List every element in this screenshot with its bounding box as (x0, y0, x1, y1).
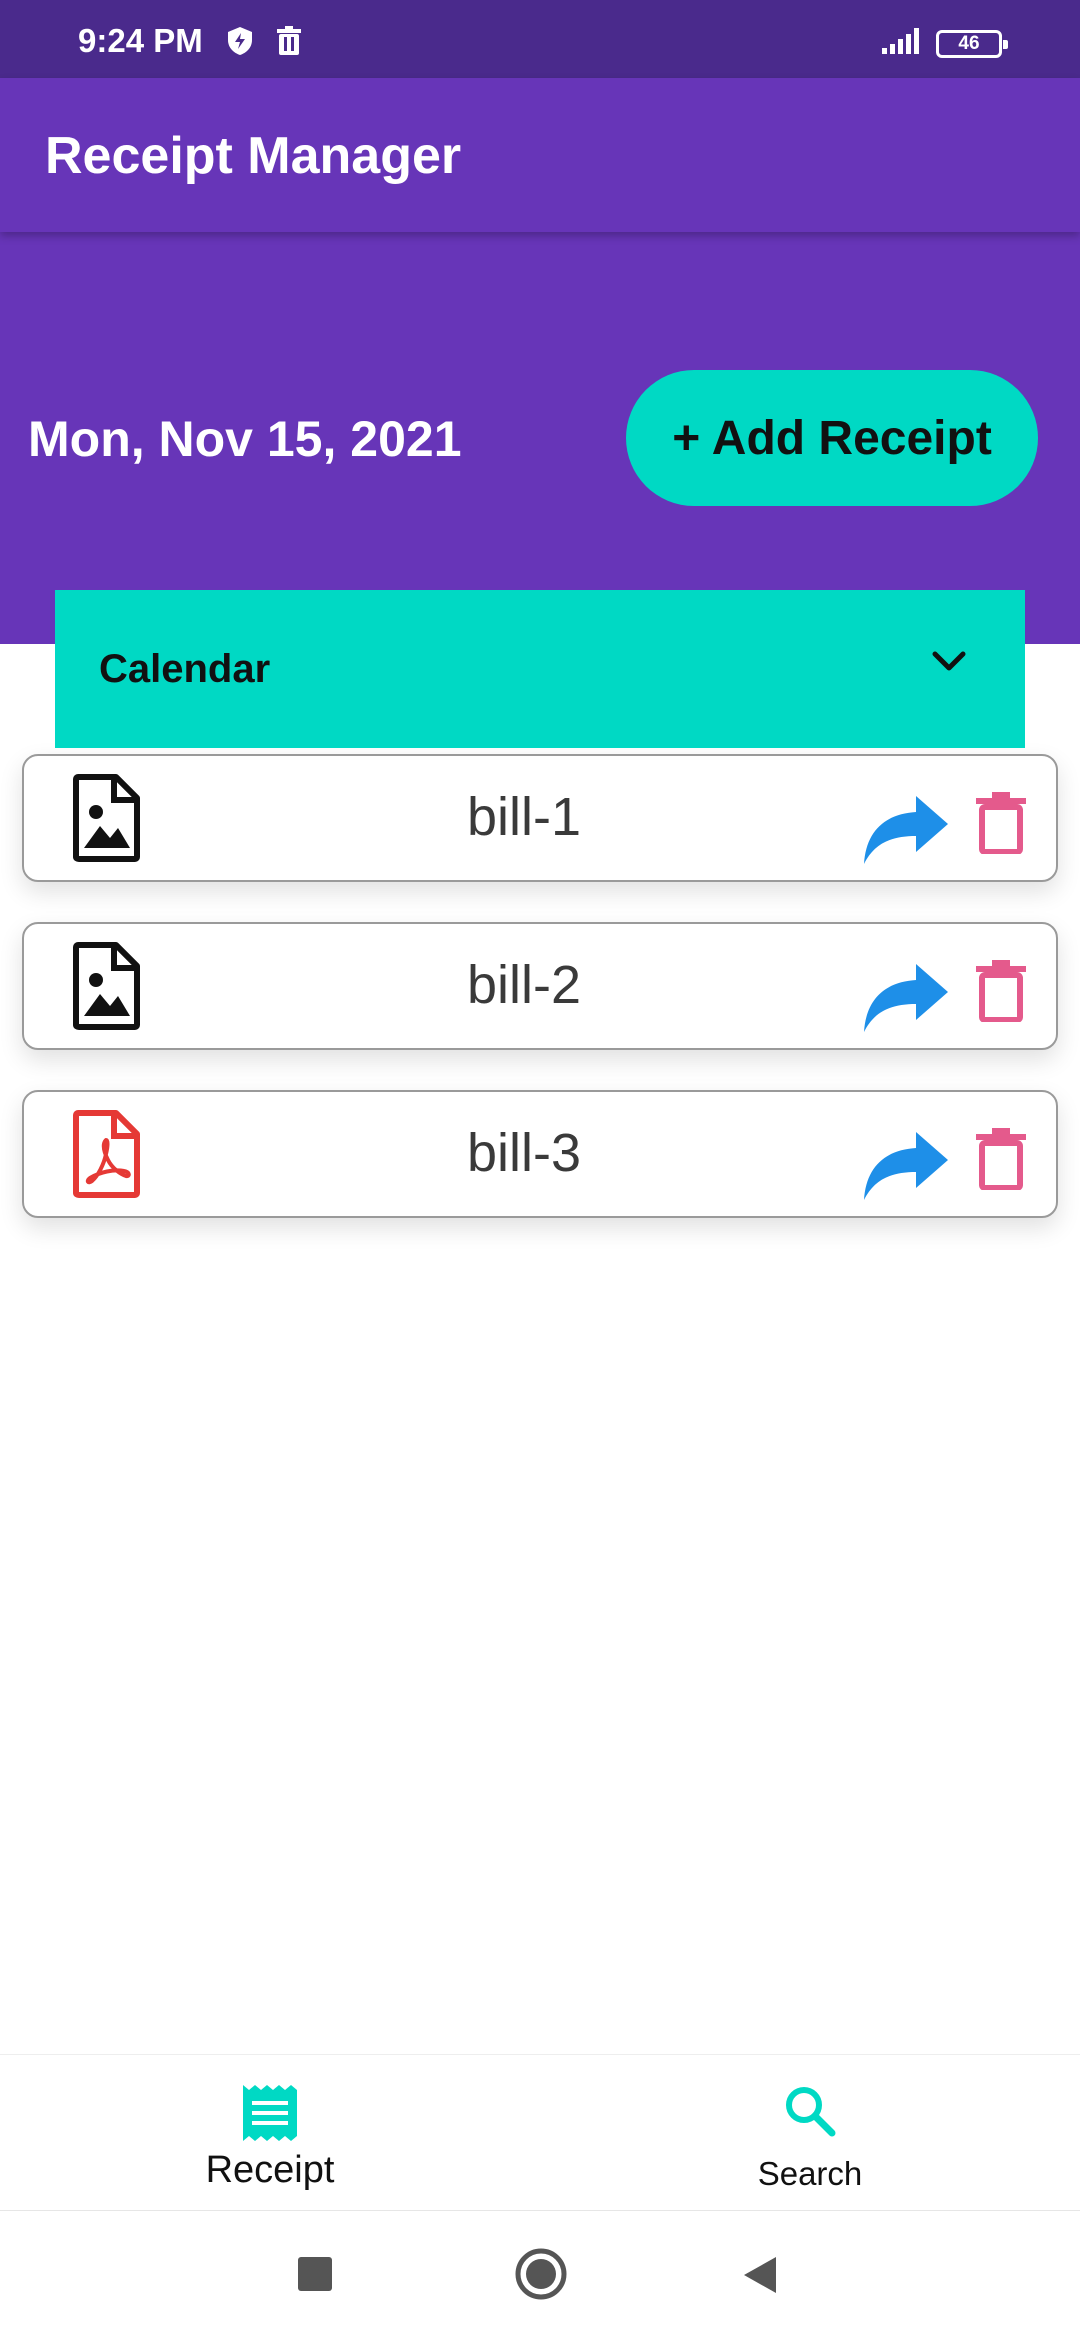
nav-receipt[interactable]: Receipt (0, 2055, 540, 2211)
system-navigation-bar (0, 2210, 1080, 2340)
receipt-name: bill-2 (466, 955, 582, 1015)
battery-level: 46 (958, 32, 980, 54)
image-file-icon (72, 942, 142, 1035)
search-icon (784, 2085, 836, 2142)
home-button[interactable] (514, 2247, 568, 2306)
share-icon[interactable] (862, 792, 950, 871)
status-right-group: 46 (882, 28, 1008, 59)
receipt-row[interactable]: bill-2 (22, 922, 1058, 1050)
signal-icon (882, 28, 922, 59)
nav-search[interactable]: Search (540, 2055, 1080, 2211)
calendar-label: Calendar (99, 646, 271, 691)
add-receipt-button[interactable]: + Add Receipt (626, 370, 1038, 506)
current-date: Mon, Nov 15, 2021 (28, 411, 462, 467)
status-bar: 9:24 PM 46 (0, 0, 1080, 78)
receipt-row[interactable]: bill-3 (22, 1090, 1058, 1218)
calendar-dropdown[interactable]: Calendar (55, 590, 1025, 748)
delete-icon[interactable] (976, 960, 1026, 1027)
battery-icon: 46 (936, 29, 1008, 58)
receipt-name: bill-3 (466, 1123, 582, 1183)
delete-icon[interactable] (976, 792, 1026, 859)
delete-icon[interactable] (976, 1128, 1026, 1195)
pdf-file-icon (72, 1110, 142, 1203)
app-bar: Receipt Manager (0, 78, 1080, 232)
nav-search-label: Search (757, 2155, 863, 2192)
shield-icon (226, 26, 254, 61)
image-file-icon (72, 774, 142, 867)
trash-status-icon (276, 26, 302, 61)
back-button[interactable] (742, 2255, 778, 2300)
share-icon[interactable] (862, 960, 950, 1039)
receipt-name: bill-1 (466, 787, 582, 847)
bottom-navigation: Receipt Search (0, 2054, 1080, 2210)
app-title: Receipt Manager (45, 127, 462, 185)
status-time: 9:24 PM (78, 22, 203, 59)
receipt-icon (243, 2085, 297, 2146)
recents-button[interactable] (298, 2257, 332, 2296)
date-header: Mon, Nov 15, 2021 + Add Receipt (0, 232, 1080, 644)
share-icon[interactable] (862, 1128, 950, 1207)
nav-receipt-label: Receipt (205, 2149, 335, 2191)
chevron-down-icon (931, 650, 967, 677)
receipt-row[interactable]: bill-1 (22, 754, 1058, 882)
